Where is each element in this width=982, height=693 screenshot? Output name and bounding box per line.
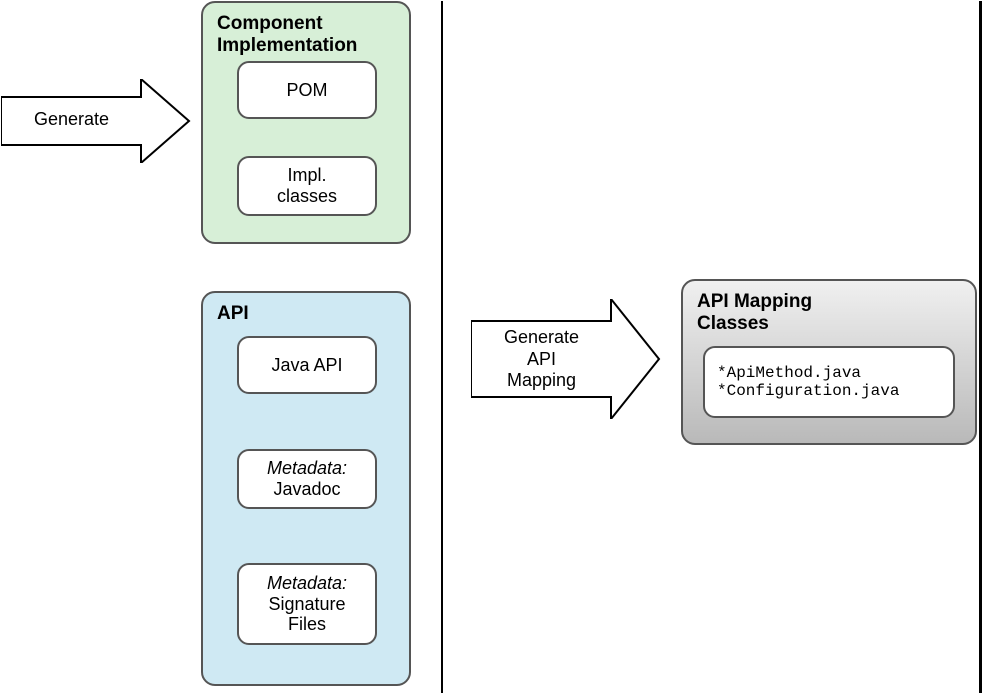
api-title: API xyxy=(217,303,395,325)
generate-api-mapping-label: Generate API Mapping xyxy=(479,327,604,392)
diagram-canvas: Generate Component Implementation POM Im… xyxy=(0,0,982,692)
component-implementation-title: Component Implementation xyxy=(217,13,395,57)
generate-arrow-label: Generate xyxy=(9,109,134,131)
impl-classes-box: Impl. classes xyxy=(237,156,377,216)
mapping-files-box: *ApiMethod.java *Configuration.java xyxy=(703,346,955,418)
generate-arrow: Generate xyxy=(1,79,191,163)
java-api-box: Java API xyxy=(237,336,377,394)
javadoc-box: Metadata: Javadoc xyxy=(237,449,377,509)
api-mapping-classes-title: API Mapping Classes xyxy=(697,291,961,335)
section-divider xyxy=(441,1,443,693)
signature-files-box: Metadata: Signature Files xyxy=(237,563,377,645)
generate-api-mapping-arrow: Generate API Mapping xyxy=(471,299,661,419)
pom-box: POM xyxy=(237,61,377,119)
